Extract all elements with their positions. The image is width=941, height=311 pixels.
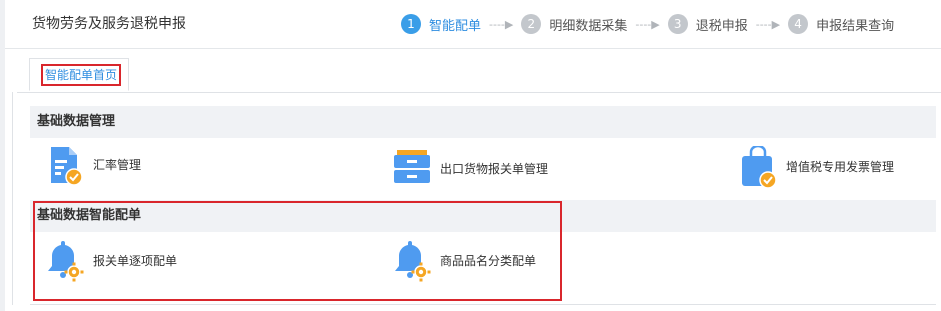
step-label: 退税申报 bbox=[695, 18, 748, 34]
section-title: 基础数据管理 bbox=[37, 114, 116, 129]
step-2[interactable]: 2 明细数据采集 bbox=[521, 14, 627, 34]
step-1[interactable]: 1 智能配单 bbox=[401, 14, 481, 34]
main-panel: 基础数据管理 汇率管理 出口货物报关单管理 增值税专用发票管理 基础数据智能配单… bbox=[30, 104, 936, 305]
tab-smart-matching-home[interactable]: 智能配单首页 bbox=[29, 58, 129, 91]
step-arrow-icon: ----▶ bbox=[489, 17, 514, 31]
content-border bbox=[12, 92, 13, 305]
item-label: 出口货物报关单管理 bbox=[440, 161, 549, 176]
step-4[interactable]: 4 申报结果查询 bbox=[788, 14, 894, 34]
bag-check-icon bbox=[738, 144, 778, 189]
step-number: 1 bbox=[401, 14, 421, 34]
bell-gear-icon bbox=[392, 240, 432, 282]
tab-label: 智能配单首页 bbox=[41, 64, 121, 86]
exchange-rate-management-link[interactable]: 汇率管理 bbox=[45, 144, 142, 186]
section-header-basic-data: 基础数据管理 bbox=[30, 106, 936, 138]
step-3[interactable]: 3 退税申报 bbox=[667, 14, 748, 34]
item-label: 报关单逐项配单 bbox=[93, 253, 178, 268]
product-name-category-matching-link[interactable]: 商品品名分类配单 bbox=[392, 240, 537, 282]
tab-bar: 智能配单首页 bbox=[17, 58, 941, 93]
step-number: 3 bbox=[667, 14, 688, 34]
step-number: 4 bbox=[788, 14, 809, 34]
step-arrow-icon: ----▶ bbox=[635, 17, 660, 31]
section-title: 基础数据智能配单 bbox=[37, 208, 142, 223]
bell-gear-icon bbox=[45, 240, 85, 282]
step-label: 明细数据采集 bbox=[549, 18, 628, 34]
step-arrow-icon: ----▶ bbox=[755, 17, 781, 31]
step-number: 2 bbox=[521, 14, 542, 34]
section-header-smart-matching: 基础数据智能配单 bbox=[30, 200, 936, 232]
item-label: 增值税专用发票管理 bbox=[786, 159, 895, 174]
vat-invoice-management-link[interactable]: 增值税专用发票管理 bbox=[738, 144, 895, 189]
step-indicator: 1 智能配单 ----▶ 2 明细数据采集 ----▶ 3 退税申报 ----▶… bbox=[401, 13, 894, 35]
document-check-icon bbox=[45, 144, 85, 186]
step-label: 智能配单 bbox=[429, 18, 482, 34]
declaration-itemwise-matching-link[interactable]: 报关单逐项配单 bbox=[45, 240, 178, 282]
step-label: 申报结果查询 bbox=[816, 18, 895, 34]
page-title: 货物劳务及服务退税申报 bbox=[32, 16, 186, 32]
item-label: 商品品名分类配单 bbox=[440, 253, 537, 268]
item-label: 汇率管理 bbox=[93, 157, 142, 172]
header: 货物劳务及服务退税申报 1 智能配单 ----▶ 2 明细数据采集 ----▶ … bbox=[5, 0, 941, 49]
customs-declaration-management-link[interactable]: 出口货物报关单管理 bbox=[392, 148, 548, 188]
cabinet-icon bbox=[392, 148, 432, 188]
